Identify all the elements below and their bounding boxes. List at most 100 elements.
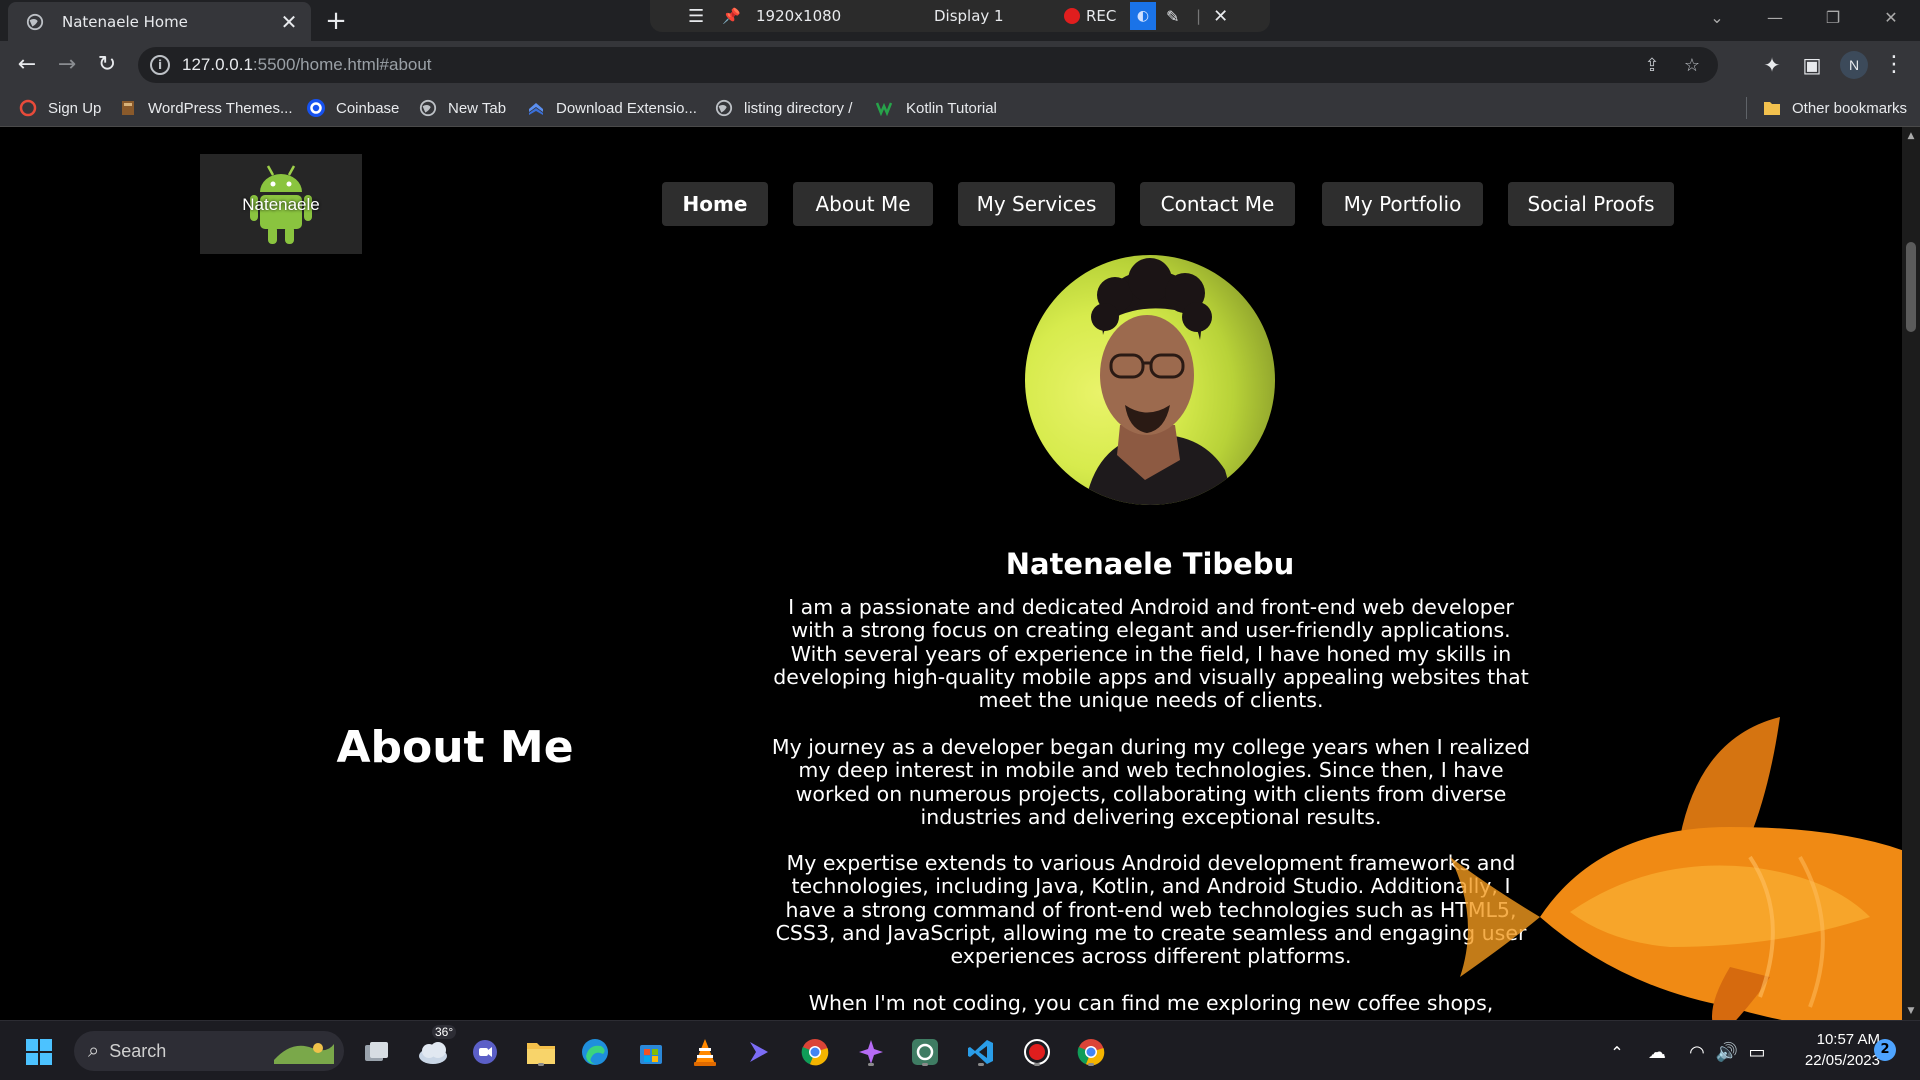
scrollbar-thumb[interactable]: [1906, 242, 1916, 332]
more-menu-icon[interactable]: ⋮: [1880, 51, 1908, 79]
record-label[interactable]: REC: [1086, 7, 1130, 25]
scroll-down-icon[interactable]: ▼: [1902, 1006, 1920, 1016]
power-automate-icon[interactable]: [742, 1035, 776, 1069]
file-explorer-icon[interactable]: [524, 1035, 558, 1069]
page-viewport: Natenaele Home About Me My Services Cont…: [0, 127, 1902, 1020]
running-indicator: [538, 1063, 544, 1066]
address-bar[interactable]: i 127.0.0.1:5500/home.html#about ⇪ ☆: [138, 47, 1718, 83]
browser-toolbar: ← → ↻ i 127.0.0.1:5500/home.html#about ⇪…: [0, 41, 1920, 89]
profile-avatar[interactable]: N: [1840, 51, 1868, 79]
pen-icon[interactable]: ✎: [1166, 7, 1186, 26]
bio-paragraph: When I'm not coding, you can find me exp…: [808, 991, 1494, 1015]
volume-icon[interactable]: 🔊: [1710, 1035, 1744, 1069]
close-recording-icon[interactable]: ✕: [1213, 6, 1228, 27]
windows-taskbar: ⌕ Search 36° ⌃ ☁ ◠ 🔊 ▭ 10:57 AM 22/05/20…: [0, 1020, 1920, 1080]
nav-social-proofs[interactable]: Social Proofs: [1508, 182, 1674, 226]
meet-icon[interactable]: [468, 1035, 502, 1069]
globe-icon: [418, 98, 438, 118]
record-icon[interactable]: [1064, 8, 1080, 24]
minimize-icon[interactable]: —: [1760, 4, 1790, 32]
profile-photo: [1025, 255, 1275, 505]
back-icon[interactable]: ←: [13, 51, 41, 79]
camera-icon[interactable]: ◐: [1130, 2, 1156, 30]
onedrive-icon[interactable]: ☁: [1640, 1035, 1674, 1069]
site-logo[interactable]: Natenaele: [200, 154, 362, 254]
other-bookmarks[interactable]: Other bookmarks: [1762, 89, 1907, 127]
weather-temp: 36°: [432, 1025, 457, 1039]
bookmark-label: WordPress Themes...: [148, 99, 293, 117]
nav-my-services[interactable]: My Services: [958, 182, 1115, 226]
browser-tab[interactable]: Natenaele Home ✕: [8, 2, 311, 41]
url-text[interactable]: 127.0.0.1:5500/home.html#about: [182, 55, 1638, 75]
start-icon[interactable]: [22, 1035, 56, 1069]
close-tab-icon[interactable]: ✕: [279, 12, 299, 32]
bookmark-star-icon[interactable]: ☆: [1678, 55, 1706, 76]
page-scrollbar[interactable]: ▲ ▼: [1902, 127, 1920, 1020]
wifi-icon[interactable]: ◠: [1680, 1035, 1714, 1069]
notification-badge[interactable]: 2: [1874, 1039, 1896, 1061]
edge-icon[interactable]: [578, 1035, 612, 1069]
tab-title: Natenaele Home: [62, 12, 188, 31]
close-window-icon[interactable]: ✕: [1876, 4, 1906, 32]
task-view-icon[interactable]: [360, 1035, 394, 1069]
store-icon[interactable]: [634, 1035, 668, 1069]
chrome-profile-icon[interactable]: [1074, 1035, 1108, 1069]
vlc-icon[interactable]: [688, 1035, 722, 1069]
chrome-icon[interactable]: [798, 1035, 832, 1069]
bookmarks-bar: Sign Up WordPress Themes... Coinbase New…: [0, 89, 1920, 127]
bookmarks-divider: [1746, 97, 1747, 119]
show-hidden-icons-icon[interactable]: ⌃: [1600, 1035, 1634, 1069]
extensions-icon[interactable]: ✦: [1758, 51, 1786, 79]
menu-icon[interactable]: ☰: [688, 6, 704, 27]
section-title: About Me: [336, 722, 574, 773]
bookmark-label: New Tab: [448, 99, 507, 117]
bookmark-item[interactable]: Coinbase: [306, 89, 399, 127]
bio-paragraph: My journey as a developer began during m…: [771, 735, 1531, 829]
nav-about-me[interactable]: About Me: [793, 182, 933, 226]
side-panel-icon[interactable]: ▣: [1798, 51, 1826, 79]
profile-name: Natenaele Tibebu: [1005, 547, 1295, 581]
recording-resolution: 1920x1080: [756, 7, 842, 25]
chatgpt-icon[interactable]: [908, 1035, 942, 1069]
copilot-icon[interactable]: [854, 1035, 888, 1069]
weather-icon[interactable]: 36°: [414, 1025, 457, 1069]
bookmark-item[interactable]: Download Extensio...: [526, 89, 697, 127]
search-highlight-icon: [274, 1043, 334, 1064]
site-info-icon[interactable]: i: [150, 55, 170, 75]
bookmark-item[interactable]: Kotlin Tutorial: [876, 89, 997, 127]
running-indicator: [922, 1063, 928, 1066]
tab-search-icon[interactable]: ⌄: [1702, 4, 1732, 32]
battery-icon[interactable]: ▭: [1740, 1035, 1774, 1069]
pin-icon[interactable]: 📌: [722, 7, 741, 25]
bookmark-item[interactable]: WordPress Themes...: [118, 89, 293, 127]
scroll-up-icon[interactable]: ▲: [1902, 131, 1920, 141]
logo-text: Natenaele: [242, 195, 320, 214]
bookmark-label: Kotlin Tutorial: [906, 99, 997, 117]
nav-home[interactable]: Home: [662, 182, 768, 226]
search-icon: ⌕: [88, 1039, 100, 1062]
bookmark-item[interactable]: listing directory /: [714, 89, 852, 127]
divider: |: [1196, 7, 1202, 25]
vscode-icon[interactable]: [964, 1035, 998, 1069]
restore-icon[interactable]: ❐: [1818, 4, 1848, 32]
reload-icon[interactable]: ↻: [93, 51, 121, 79]
forward-icon[interactable]: →: [53, 51, 81, 79]
share-icon[interactable]: ⇪: [1638, 55, 1666, 76]
wordpress-themes-icon: [118, 98, 138, 118]
nav-contact-me[interactable]: Contact Me: [1140, 182, 1295, 226]
taskbar-search[interactable]: ⌕ Search: [74, 1031, 344, 1071]
system-clock[interactable]: 10:57 AM 22/05/2023: [1780, 1029, 1880, 1071]
clock-time: 10:57 AM: [1816, 1031, 1880, 1048]
new-tab-button[interactable]: +: [322, 8, 350, 34]
coinbase-icon: [306, 98, 326, 118]
bookmark-item[interactable]: Sign Up: [18, 89, 101, 127]
bio-paragraph: My expertise extends to various Android …: [775, 851, 1527, 969]
bookmark-label: Sign Up: [48, 99, 102, 117]
nav-my-portfolio[interactable]: My Portfolio: [1322, 182, 1483, 226]
screen-recorder-icon[interactable]: [1020, 1035, 1054, 1069]
clock-date: 22/05/2023: [1804, 1052, 1880, 1069]
recording-display[interactable]: Display 1: [934, 7, 1064, 25]
bookmark-item[interactable]: New Tab: [418, 89, 506, 127]
running-indicator: [1034, 1063, 1040, 1066]
globe-icon: [714, 98, 734, 118]
